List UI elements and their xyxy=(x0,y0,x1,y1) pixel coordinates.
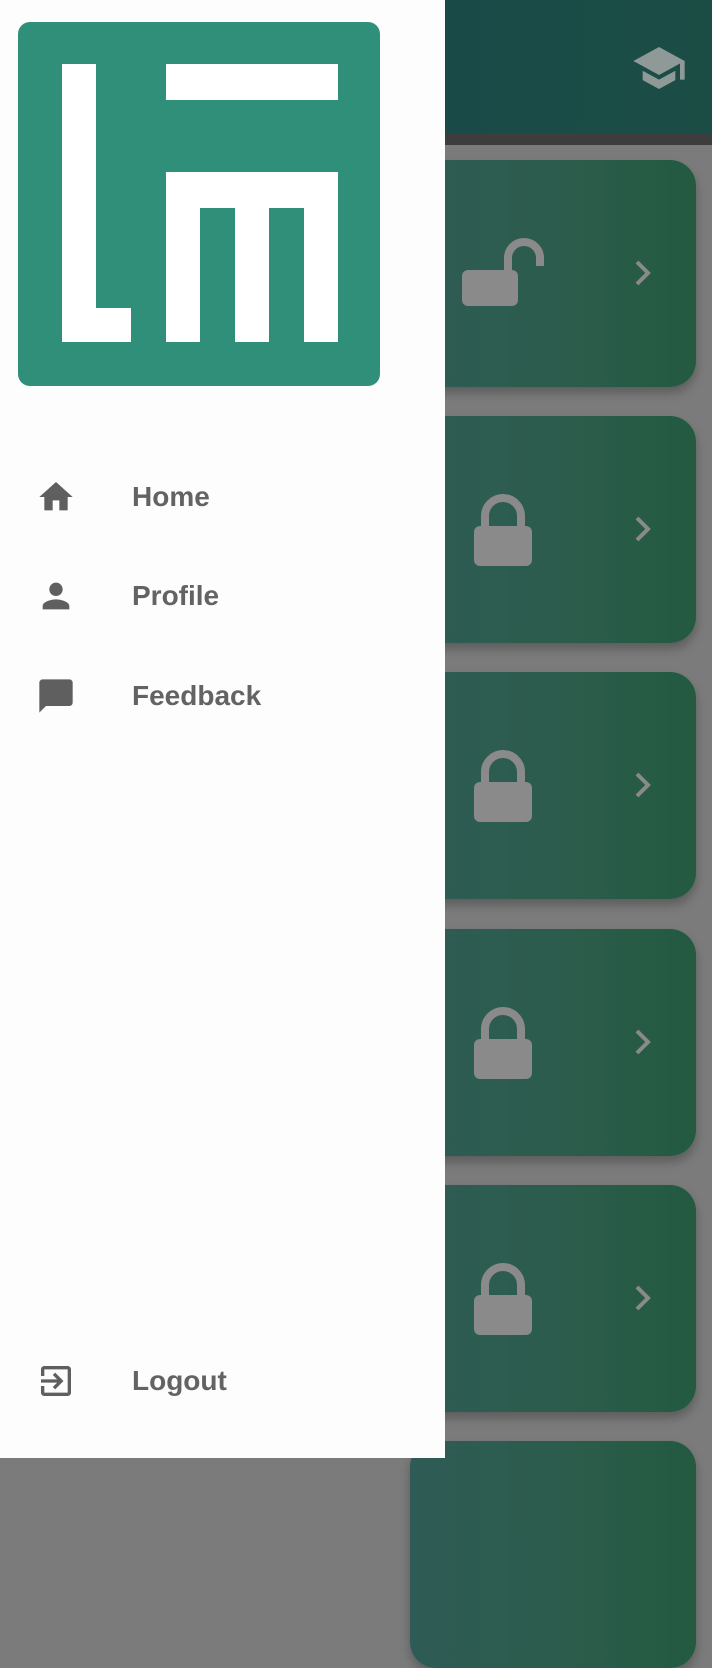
lock-icon xyxy=(474,750,532,822)
logo-lm-mark xyxy=(62,64,338,342)
nav-item-feedback[interactable]: Feedback xyxy=(0,656,445,736)
lesson-card[interactable] xyxy=(410,416,696,643)
nav-item-label: Logout xyxy=(132,1365,227,1396)
nav-item-label: Home xyxy=(132,481,210,512)
lesson-card[interactable] xyxy=(410,929,696,1156)
nav-item-logout[interactable]: Logout xyxy=(0,1341,445,1421)
chevron-right-icon xyxy=(635,516,651,542)
nav-item-home[interactable]: Home xyxy=(0,457,445,537)
lesson-card[interactable] xyxy=(410,160,696,387)
home-icon xyxy=(39,482,73,511)
lock-icon xyxy=(474,1263,532,1335)
chevron-right-icon xyxy=(635,772,651,798)
lock-open-icon xyxy=(462,238,544,306)
graduation-cap-icon[interactable] xyxy=(626,40,692,96)
app-logo xyxy=(18,22,380,386)
nav-item-label: Feedback xyxy=(132,680,262,711)
person-icon xyxy=(42,582,70,610)
feedback-icon xyxy=(39,679,73,713)
chevron-right-icon xyxy=(635,1285,651,1311)
lesson-card[interactable] xyxy=(410,672,696,899)
lesson-card[interactable] xyxy=(410,1185,696,1412)
navigation-drawer: Home Profile Feedback Logout xyxy=(0,0,445,1458)
chevron-right-icon xyxy=(635,1029,651,1055)
lock-icon xyxy=(474,1007,532,1079)
nav-item-profile[interactable]: Profile xyxy=(0,556,445,636)
logout-icon xyxy=(41,1366,71,1396)
nav-item-label: Profile xyxy=(132,580,220,611)
chevron-right-icon xyxy=(635,260,651,286)
lesson-card[interactable] xyxy=(410,1441,696,1668)
lock-icon xyxy=(474,494,532,566)
